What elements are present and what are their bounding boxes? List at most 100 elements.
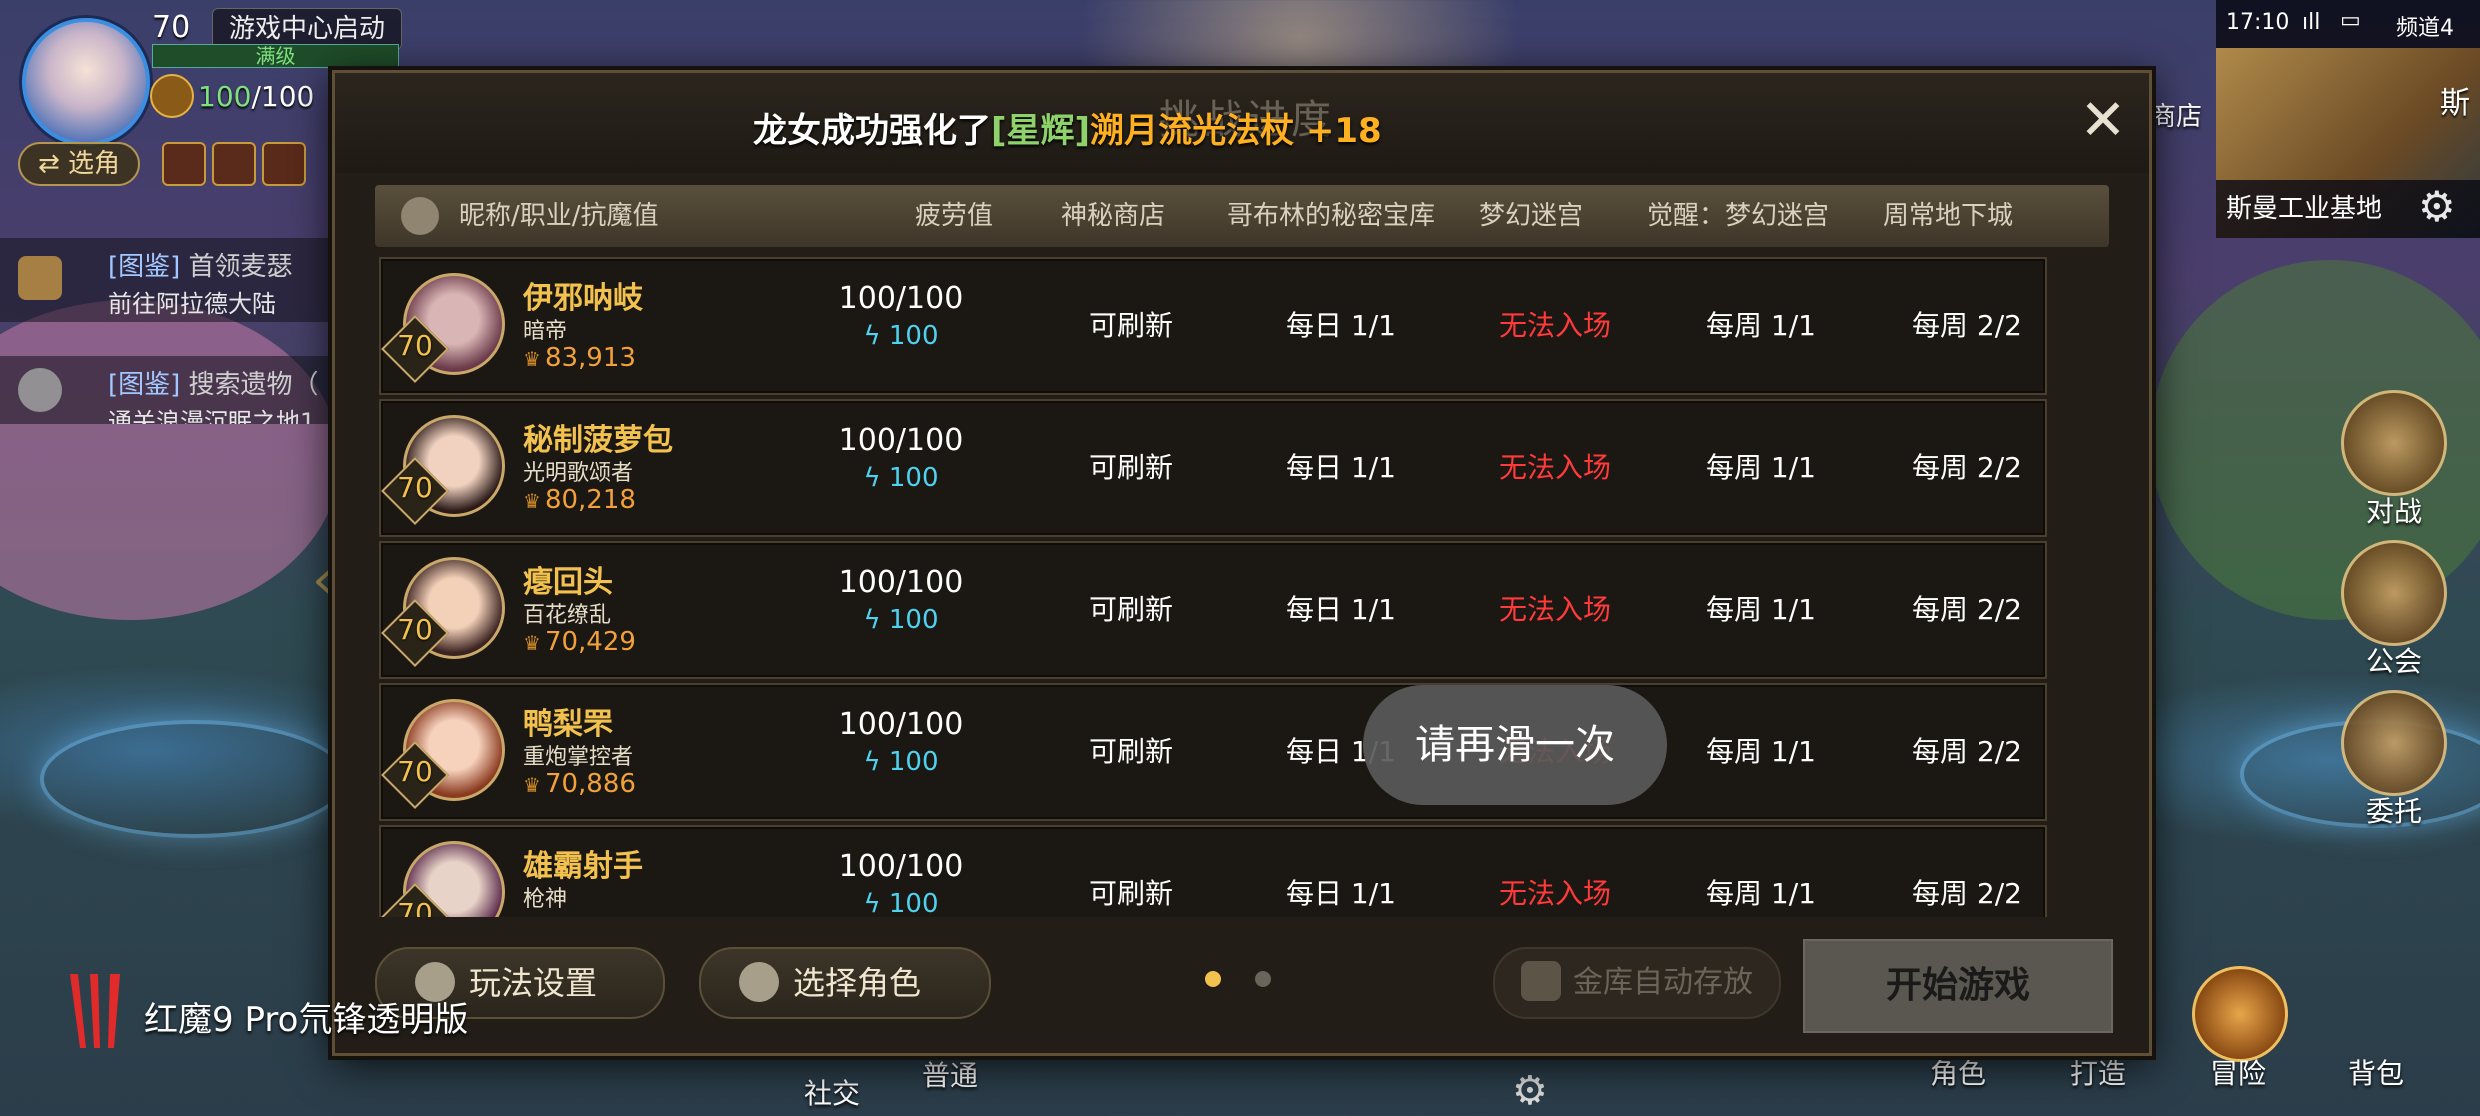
battery-icon: ▭ xyxy=(2340,8,2361,33)
gear-icon[interactable]: ⚙ xyxy=(1512,1068,1548,1114)
anti-magic-number: 80,218 xyxy=(544,485,636,515)
awaken-maze-status: 每周 1/1 xyxy=(1706,877,1816,910)
enhance-notification: 龙女成功强化了[星辉]溯月流光法杖 +18 xyxy=(753,103,1382,152)
fatigue-value: 100/100 xyxy=(838,281,964,316)
settings-gear-icon[interactable]: ⚙ xyxy=(2418,182,2456,231)
lightning-icon: ϟ xyxy=(863,463,889,493)
goblin-vault-status: 每日 1/1 xyxy=(1286,451,1396,484)
notify-tag: [星辉] xyxy=(991,111,1091,151)
close-icon[interactable]: ✕ xyxy=(2073,93,2133,153)
auto-store-button[interactable]: 金库自动存放 xyxy=(1493,947,1781,1019)
quest-item[interactable]: [图鉴] 首领麦瑟 前往阿拉德大陆 xyxy=(0,238,330,322)
mystery-shop-status: 可刷新 xyxy=(1088,735,1173,768)
lightning-icon: ϟ xyxy=(863,747,889,777)
fatigue-value: 100/100 xyxy=(838,849,964,884)
character-nav[interactable]: 角色 xyxy=(1930,1052,1986,1092)
fatigue-energy-value: 100 xyxy=(888,321,939,351)
character-name: 伊邪呐岐 xyxy=(523,281,643,316)
col-awaken-maze: 觉醒：梦幻迷宫 xyxy=(1647,201,1830,231)
normal-mode-nav[interactable]: 普通 xyxy=(922,1054,978,1094)
awaken-maze-status: 每周 1/1 xyxy=(1706,735,1816,768)
crown-icon: ♛ xyxy=(523,631,541,655)
mystery-shop-status: 可刷新 xyxy=(1088,593,1173,626)
character-class: 光明歌颂者 xyxy=(523,461,634,486)
energy-max: /100 xyxy=(251,80,315,113)
social-nav[interactable]: 社交 xyxy=(804,1072,860,1112)
bag-nav[interactable]: 背包 xyxy=(2348,1052,2404,1092)
col-goblin-vault: 哥布林的秘密宝库 xyxy=(1227,201,1436,231)
crown-icon: ♛ xyxy=(523,773,541,797)
weekly-dungeon-status: 每周 2/2 xyxy=(1912,735,2022,768)
pvp-label: 对战 xyxy=(2365,495,2422,528)
character-level: 70 xyxy=(397,329,433,362)
anti-magic-value: ♛ 70,886 xyxy=(523,769,636,799)
quest-tag: [图鉴] xyxy=(108,370,181,400)
quest-item[interactable]: [图鉴] 搜索遗物（ 通关浪漫沉眠之地1 xyxy=(0,356,330,424)
character-row[interactable]: 70 瘪回头 百花缭乱 ♛ 70,429 100/100 ϟ 100 可刷新 每日 1/1 无法入… xyxy=(379,541,2047,679)
prev-page-arrow-icon[interactable]: ‹ xyxy=(312,548,334,611)
character-row[interactable]: 70鸭梨罘重炮掌控者♛70,886100/100ϟ 100可刷新每日 1/1无法… xyxy=(379,683,2047,821)
energy-icon xyxy=(150,74,194,118)
page-dot-active[interactable] xyxy=(1205,971,1221,987)
adventure-nav[interactable]: 冒险 xyxy=(2210,1052,2266,1092)
character-row[interactable]: 70 秘制菠萝包 光明歌颂者 ♛ 80,218 100/100 ϟ 100 可刷新 每日 1/1… xyxy=(379,399,2047,537)
adventure-icon[interactable] xyxy=(2192,966,2288,1062)
map-name: 斯曼工业基地 xyxy=(2226,194,2383,224)
anti-magic-value: ♛ 80,218 xyxy=(523,485,636,515)
buff-icon[interactable] xyxy=(262,142,306,186)
commission-menu[interactable]: 委托 xyxy=(2334,690,2454,830)
fatigue-energy: ϟ 100 xyxy=(791,605,1011,635)
skill-icon[interactable] xyxy=(212,142,256,186)
bg-foliage xyxy=(0,300,340,620)
dream-maze-status: 无法入场 xyxy=(1498,593,1611,626)
goblin-vault-status: 每日 1/1 xyxy=(1286,593,1396,626)
awaken-maze-status: 每周 1/1 xyxy=(1706,309,1816,342)
quest-tag: [图鉴] xyxy=(108,252,181,282)
lightning-icon: ϟ xyxy=(863,321,889,351)
weekly-dungeon-status: 每周 2/2 xyxy=(1912,451,2022,484)
scroll-icon xyxy=(18,256,62,300)
anti-magic-value: ♛ xyxy=(523,911,545,917)
pvp-menu[interactable]: 对战 xyxy=(2334,390,2454,530)
channel-label[interactable]: 频道4 xyxy=(2396,10,2454,42)
quest-subtitle: 通关浪漫沉眠之地1 xyxy=(108,408,316,424)
dream-maze-status: 无法入场 xyxy=(1498,877,1611,910)
player-avatar[interactable] xyxy=(22,18,150,146)
commission-label: 委托 xyxy=(2365,795,2422,828)
crown-icon: ♛ xyxy=(523,489,541,513)
col-dream-maze: 梦幻迷宫 xyxy=(1479,201,1584,231)
device-brand: 红魔9 Pro氘锋透明版 xyxy=(144,1000,469,1040)
mystery-shop-status: 可刷新 xyxy=(1088,309,1173,342)
select-role-button[interactable]: 选择角色 xyxy=(699,947,991,1019)
col-name: 昵称/职业/抗魔值 xyxy=(459,201,659,231)
swords-icon xyxy=(2341,390,2447,496)
guild-menu[interactable]: 公会 xyxy=(2334,540,2454,680)
energy-readout: 100/100 xyxy=(198,80,314,113)
brand-logo-icon xyxy=(70,974,120,1048)
awaken-maze-status: 每周 1/1 xyxy=(1706,451,1816,484)
dream-maze-status: 无法入场 xyxy=(1498,309,1611,342)
shop-label[interactable]: 商店 xyxy=(2150,96,2202,133)
start-game-button[interactable]: 开始游戏 xyxy=(1803,939,2113,1033)
character-row[interactable]: 70 伊邪呐岐 暗帝 ♛ 83,913 100/100 ϟ 100 可刷新 每日 1/1 无法入场… xyxy=(379,257,2047,395)
user-swap-icon xyxy=(739,962,779,1002)
clock: 17:10 xyxy=(2226,10,2290,35)
character-list[interactable]: 70 伊邪呐岐 暗帝 ♛ 83,913 100/100 ϟ 100 可刷新 每日 1/1 无法入场… xyxy=(375,253,2109,917)
fatigue-energy-value: 100 xyxy=(888,747,939,777)
switch-role-button[interactable]: ⇄ 选角 xyxy=(18,142,140,186)
character-class: 暗帝 xyxy=(523,319,568,344)
fatigue-value: 100/100 xyxy=(838,707,964,742)
fatigue-energy-value: 100 xyxy=(888,889,939,917)
fatigue-energy: ϟ 100 xyxy=(791,889,1011,917)
goblin-vault-status: 每日 1/1 xyxy=(1286,877,1396,910)
minimap-corner-label: 斯 xyxy=(2440,86,2470,121)
shield-icon xyxy=(2341,540,2447,646)
page-dot[interactable] xyxy=(1255,971,1271,987)
craft-nav[interactable]: 打造 xyxy=(2070,1052,2126,1092)
character-name: 瘪回头 xyxy=(523,565,613,600)
weekly-dungeon-status: 每周 2/2 xyxy=(1912,309,2022,342)
signal-icon: ıll xyxy=(2302,10,2321,35)
map-icon[interactable] xyxy=(162,142,206,186)
crown-icon: ♛ xyxy=(523,915,541,917)
character-row[interactable]: 70 雄霸射手枪神 ♛ 100/100 ϟ 100 可刷新 每日 1/1 无法入场 每周 1/1… xyxy=(379,825,2047,917)
